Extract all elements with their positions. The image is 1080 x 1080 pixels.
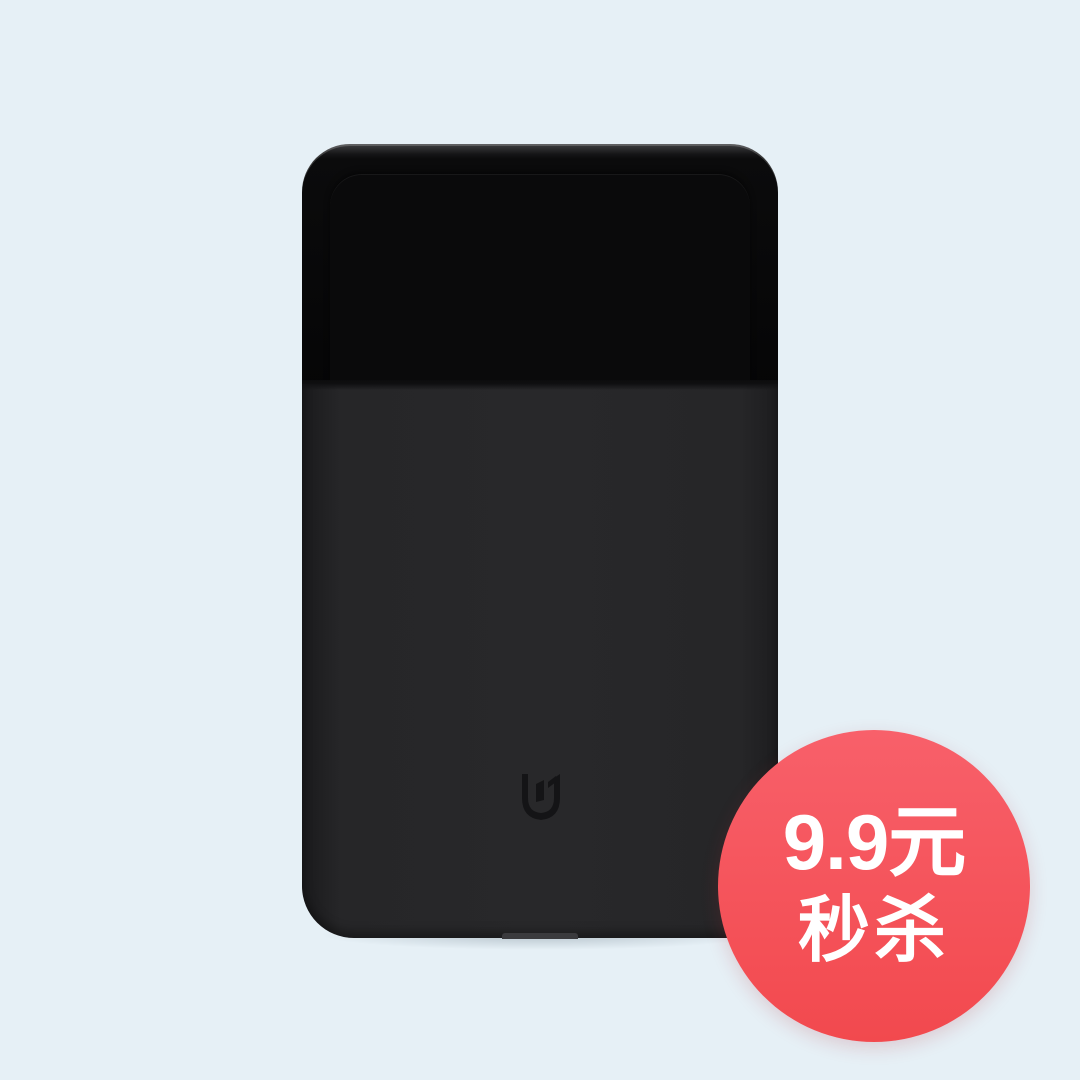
shaver-body — [302, 384, 778, 938]
mijia-logo-icon — [522, 774, 560, 820]
product-shaver[interactable] — [302, 144, 778, 939]
shaver-head — [302, 144, 778, 394]
shaver-foil — [330, 174, 750, 394]
promo-badge[interactable]: 9.9元 秒杀 — [718, 730, 1030, 1042]
promo-image: 9.9元 秒杀 — [0, 0, 1080, 1080]
promo-price: 9.9元 — [782, 798, 966, 886]
promo-label: 秒杀 — [797, 888, 950, 972]
charge-port — [502, 933, 578, 939]
